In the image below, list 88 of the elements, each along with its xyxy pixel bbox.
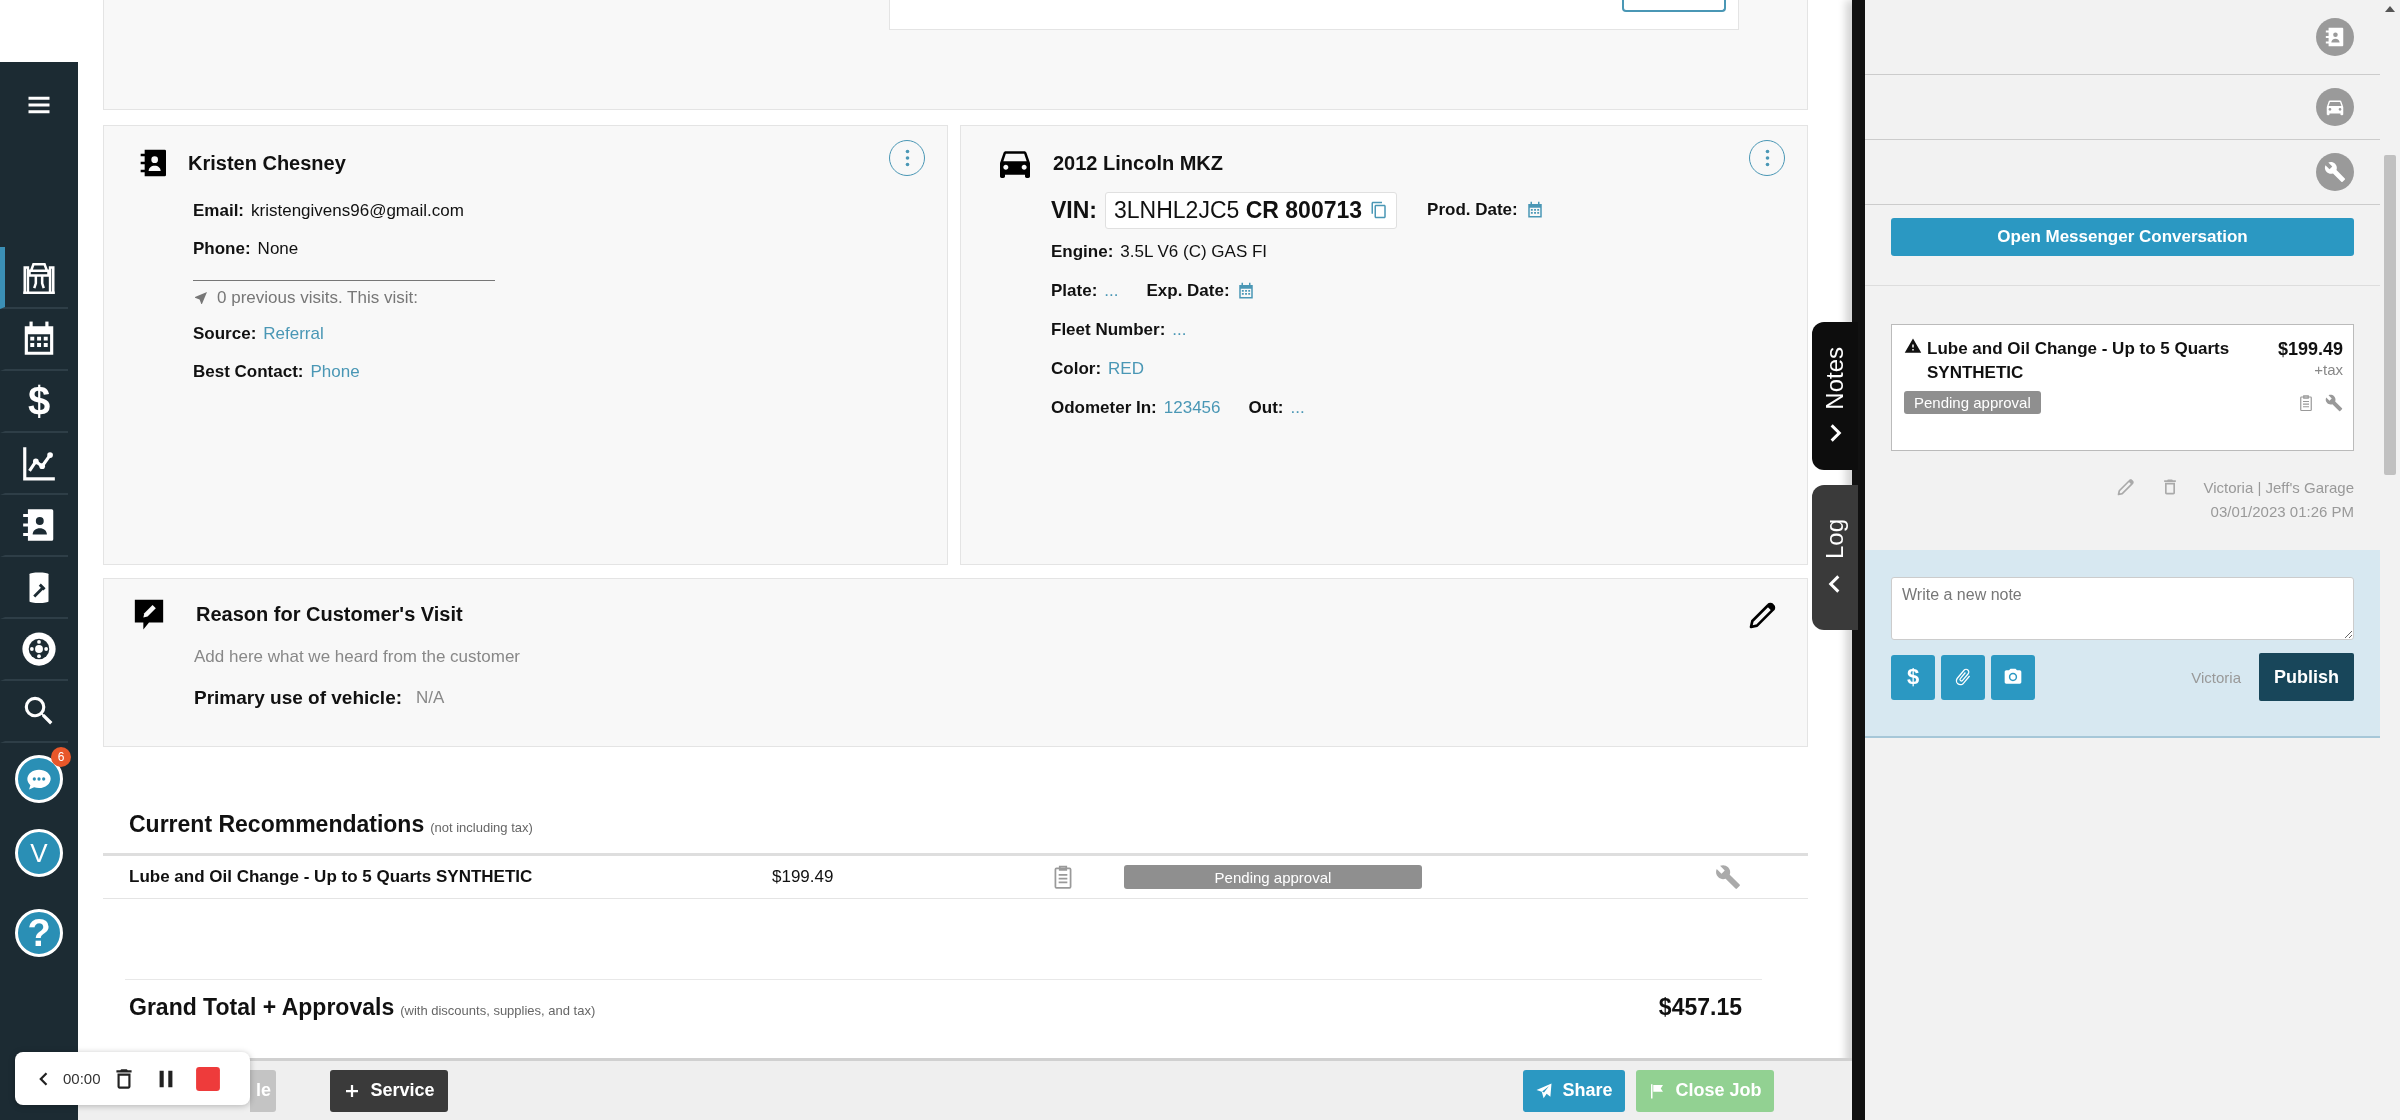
paperclip-icon bbox=[1953, 667, 1973, 687]
note-edit-icon bbox=[132, 597, 166, 631]
field-link[interactable]: Referral bbox=[263, 324, 324, 344]
recommendation-row[interactable]: Lube and Oil Change - Up to 5 Quarts SYNTHETIC $199.49 Pending approval bbox=[103, 853, 1808, 899]
status-pill: Pending approval bbox=[1124, 865, 1422, 889]
vehicle-title: 2012 Lincoln MKZ bbox=[1053, 151, 1224, 175]
nav-item[interactable]: ? bbox=[0, 891, 68, 975]
vin-field[interactable]: 3LNHL2JC5 CR 800713 bbox=[1105, 191, 1398, 229]
reason-hint[interactable]: Add here what we heard from the customer bbox=[194, 647, 1781, 667]
field-value: kristengivens96@gmail.com bbox=[251, 201, 464, 221]
timer: 00:00 bbox=[63, 1070, 101, 1087]
item-name: Lube and Oil Change - Up to 5 Quarts SYNTHETIC bbox=[129, 867, 534, 887]
field-link[interactable]: ... bbox=[1290, 397, 1305, 418]
publish-button[interactable]: Publish bbox=[2259, 653, 2354, 701]
field-label: Email: bbox=[193, 201, 245, 221]
field-value: 3.5L V6 (C) GAS FI bbox=[1120, 241, 1268, 262]
section-title: Grand Total + Approvals bbox=[129, 994, 395, 1021]
field-link[interactable]: ... bbox=[1172, 319, 1187, 340]
field-label: Fleet Number: bbox=[1051, 319, 1166, 340]
nav-item[interactable]: V bbox=[0, 815, 68, 891]
section-title: Current Recommendations bbox=[129, 811, 425, 838]
field-label: Exp. Date: bbox=[1146, 280, 1230, 301]
field-label: Color: bbox=[1051, 358, 1102, 379]
contact-book-icon bbox=[2324, 26, 2346, 48]
location-arrow-icon bbox=[193, 290, 209, 306]
customer-name: Kristen Chesney bbox=[188, 151, 346, 175]
side-tab[interactable]: Log bbox=[1812, 485, 1858, 630]
field-link[interactable]: RED bbox=[1108, 358, 1144, 379]
wrench-icon bbox=[2324, 161, 2346, 183]
field-label: Best Contact: bbox=[193, 362, 304, 382]
user-avatar[interactable]: V bbox=[15, 829, 63, 877]
line-chart-icon[interactable] bbox=[20, 444, 58, 482]
price-button[interactable]: $ bbox=[1891, 654, 1935, 700]
shortcut-button[interactable] bbox=[2316, 153, 2354, 191]
note-date: 03/01/2023 01:26 PM bbox=[2209, 503, 2354, 520]
note-author: Victoria | Jeff's Garage bbox=[2203, 478, 2354, 496]
vin-label: VIN: bbox=[1051, 196, 1097, 224]
field-label: Engine: bbox=[1051, 241, 1114, 262]
side-tab[interactable]: Notes bbox=[1812, 322, 1858, 470]
shortcut-button[interactable] bbox=[2316, 88, 2354, 126]
field-label: Plate: bbox=[1051, 280, 1098, 301]
visits-text: 0 previous visits. This visit: bbox=[217, 288, 418, 308]
note-title: Lube and Oil Change - Up to 5 Quarts SYNTHETIC bbox=[1927, 338, 2231, 384]
notification-badge: 6 bbox=[51, 747, 71, 767]
wrench-icon[interactable] bbox=[2325, 393, 2343, 412]
wheel-icon[interactable] bbox=[20, 630, 58, 668]
messenger-button[interactable]: Open Messenger Conversation bbox=[1891, 218, 2354, 256]
share-button[interactable]: Share bbox=[1523, 1069, 1625, 1112]
field-label: Source: bbox=[193, 324, 257, 344]
item-price: $199.49 bbox=[772, 867, 835, 887]
dollar-icon: $ bbox=[27, 378, 51, 424]
attach-button[interactable] bbox=[1941, 654, 1985, 700]
field-label: Primary use of vehicle: bbox=[194, 687, 403, 709]
more-icon bbox=[904, 149, 910, 167]
field-label: Odometer In: bbox=[1051, 397, 1157, 418]
section-title: Reason for Customer's Visit bbox=[196, 602, 463, 626]
paper-plane-icon bbox=[1535, 1081, 1554, 1100]
more-icon bbox=[1764, 149, 1770, 167]
note-input[interactable]: Write a new note bbox=[1891, 577, 2354, 640]
field-value: N/A bbox=[416, 688, 445, 708]
warning-icon bbox=[1904, 337, 1922, 355]
field-link[interactable]: Phone bbox=[310, 362, 360, 382]
nav-item[interactable] bbox=[0, 247, 68, 309]
photo-button[interactable] bbox=[1991, 654, 2035, 700]
copy-icon[interactable] bbox=[1370, 201, 1389, 219]
grand-total-amount: $457.15 bbox=[1658, 994, 1742, 1021]
help-button[interactable]: ? bbox=[15, 909, 63, 957]
section-note: (not including tax) bbox=[430, 820, 533, 835]
author-name: Victoria bbox=[2191, 668, 2241, 686]
field-value: None bbox=[257, 239, 299, 259]
shortcut-button[interactable] bbox=[2316, 18, 2354, 56]
field-link[interactable]: ... bbox=[1104, 280, 1119, 301]
nav-item[interactable]: 6 bbox=[0, 743, 68, 815]
stop-icon[interactable] bbox=[194, 1065, 221, 1092]
section-note: (with discounts, supplies, and tax) bbox=[400, 1003, 596, 1018]
field-link[interactable]: 123456 bbox=[1163, 397, 1221, 418]
tax-label: +tax bbox=[2314, 361, 2343, 378]
camera-icon bbox=[2003, 667, 2023, 687]
field-label: Phone: bbox=[193, 239, 251, 259]
status-pill: Pending approval bbox=[1904, 391, 2041, 414]
clipboard-icon[interactable] bbox=[2297, 393, 2315, 412]
outline-button[interactable] bbox=[1622, 0, 1726, 12]
note-price: $199.49 bbox=[2277, 338, 2343, 361]
add-service-button[interactable]: Service bbox=[330, 1069, 448, 1112]
nav-item[interactable]: $ bbox=[0, 371, 68, 433]
field-label: Out: bbox=[1248, 397, 1284, 418]
field-label: Prod. Date: bbox=[1427, 200, 1518, 220]
vin-value: 3LNHL2JC5 CR 800713 bbox=[1114, 196, 1363, 224]
